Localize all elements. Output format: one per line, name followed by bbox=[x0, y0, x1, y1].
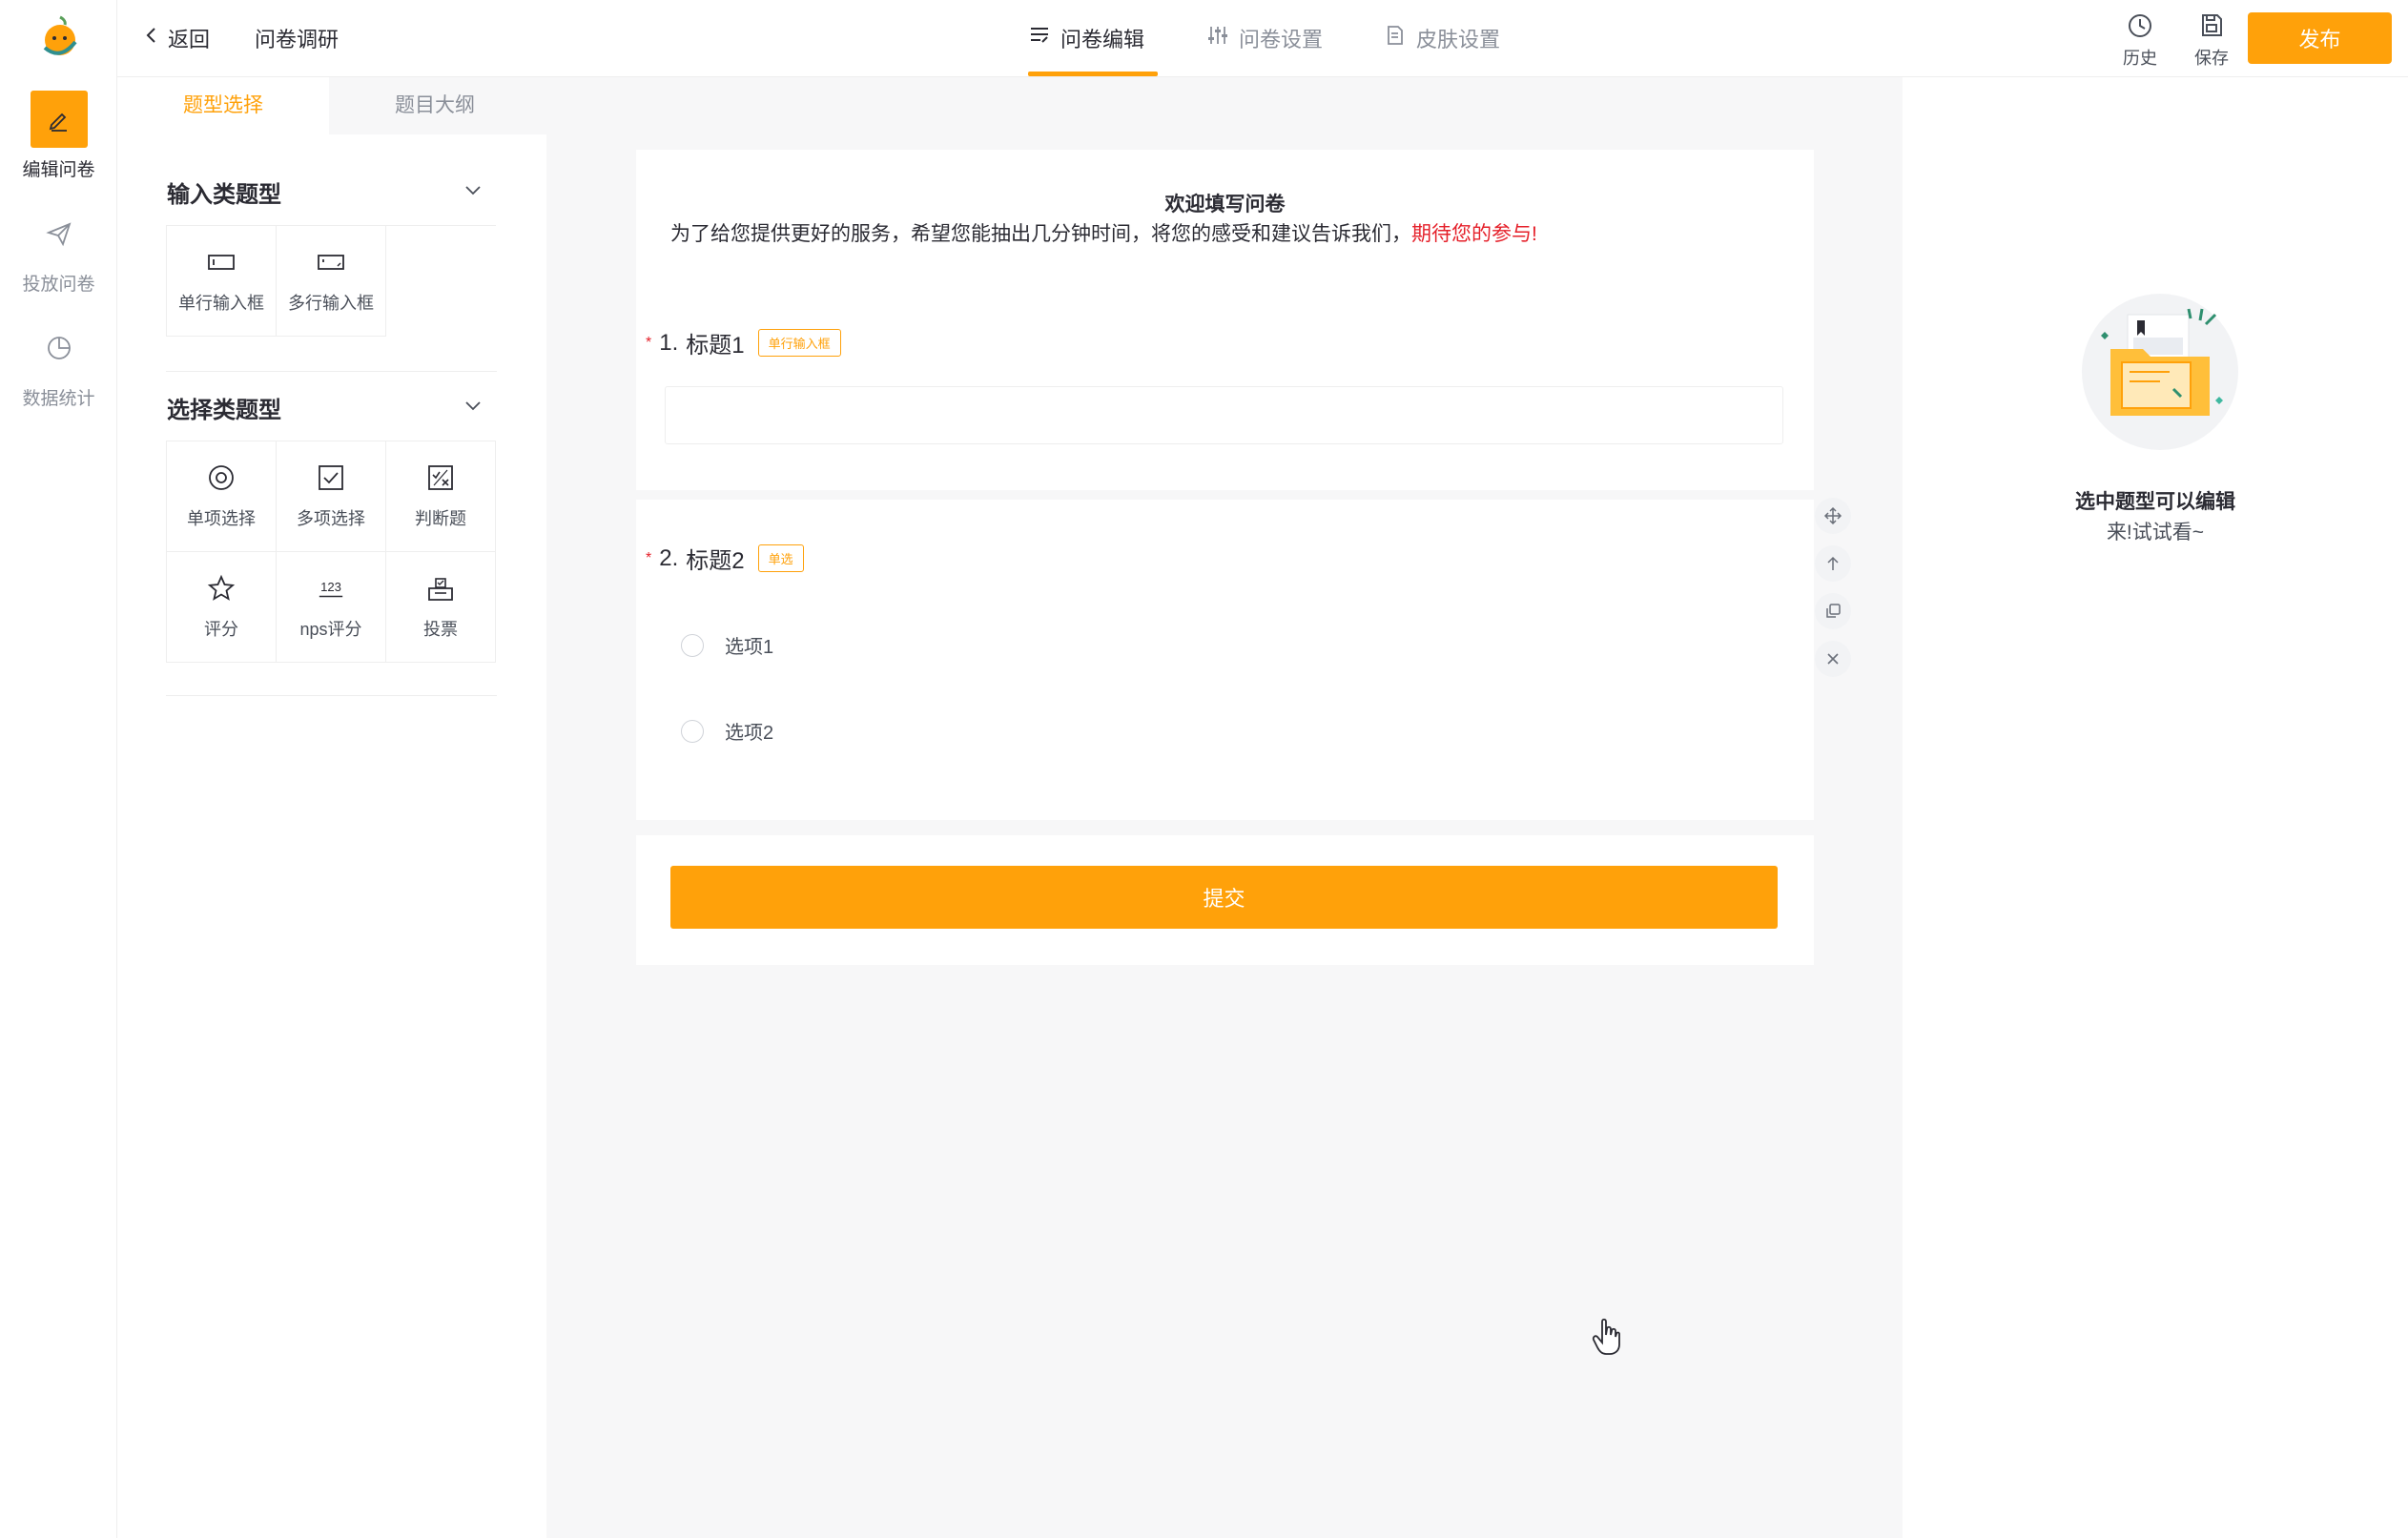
chevron-down-icon[interactable] bbox=[463, 179, 484, 200]
tab-label: 问卷编辑 bbox=[1060, 28, 1145, 51]
pie-chart-icon bbox=[31, 319, 88, 377]
required-mark: * bbox=[646, 549, 652, 566]
question-number: 1. bbox=[659, 329, 679, 356]
divider bbox=[166, 695, 497, 696]
svg-text:123: 123 bbox=[320, 579, 341, 593]
nps-icon: 123 bbox=[317, 574, 345, 603]
required-mark: * bbox=[646, 334, 652, 351]
chevron-down-icon[interactable] bbox=[463, 395, 484, 416]
empty-state-subtitle: 来!试试看~ bbox=[2106, 522, 2205, 543]
tab-skin-settings[interactable]: 皮肤设置 bbox=[1384, 23, 1500, 53]
group-title-input: 输入类题型 bbox=[167, 182, 281, 208]
page-title: 问卷调研 bbox=[255, 28, 340, 51]
choice-type-grid: 单项选择 多项选择 判断题 评分 123 nps评分 投票 bbox=[166, 441, 496, 663]
tab-question-outline[interactable]: 题目大纲 bbox=[329, 77, 541, 134]
question-type-label: 判断题 bbox=[415, 508, 466, 528]
rail-item-label: 投放问卷 bbox=[22, 275, 95, 295]
question-2-title[interactable]: * 2. 标题2 单选 bbox=[646, 542, 804, 575]
send-icon bbox=[31, 205, 88, 262]
description-highlight: 期待您的参与! bbox=[1411, 223, 1537, 245]
question-type-label: 多项选择 bbox=[297, 508, 365, 528]
question-type-single-line-input[interactable]: 单行输入框 bbox=[167, 226, 277, 337]
chevron-left-icon bbox=[145, 26, 158, 51]
doc-settings-icon bbox=[1384, 24, 1407, 52]
survey-description: 为了给您提供更好的服务，希望您能抽出几分钟时间，将您的感受和建议告诉我们，期待您… bbox=[670, 218, 1537, 247]
survey-title: 欢迎填写问卷 bbox=[1164, 194, 1286, 215]
question-type-multi-line-input[interactable]: 多行输入框 bbox=[277, 226, 386, 337]
rail-item-label: 编辑问卷 bbox=[22, 160, 95, 180]
question-type-label: nps评分 bbox=[299, 619, 362, 639]
radio-option[interactable]: 选项2 bbox=[681, 717, 773, 745]
option-label: 选项1 bbox=[725, 637, 774, 658]
question-type-multi-choice[interactable]: 多项选择 bbox=[277, 441, 386, 552]
question-title-text: 标题2 bbox=[686, 548, 745, 574]
question-type-true-false[interactable]: 判断题 bbox=[386, 441, 496, 552]
question-type-single-choice[interactable]: 单项选择 bbox=[167, 441, 277, 552]
list-edit-icon bbox=[1028, 24, 1051, 52]
tab-survey-settings[interactable]: 问卷设置 bbox=[1206, 23, 1323, 53]
save-label: 保存 bbox=[2194, 49, 2229, 68]
submit-button[interactable]: 提交 bbox=[670, 866, 1778, 929]
question-1-answer-input[interactable] bbox=[665, 386, 1783, 444]
arrow-up-icon[interactable] bbox=[1815, 545, 1851, 582]
clock-icon bbox=[2113, 11, 2167, 45]
divider bbox=[166, 371, 497, 372]
empty-state-title: 选中题型可以编辑 bbox=[2075, 491, 2235, 513]
true-false-icon bbox=[426, 463, 455, 492]
rail-item-label: 数据统计 bbox=[22, 389, 95, 409]
save-button[interactable]: 保存 bbox=[2185, 11, 2238, 70]
question-type-nps[interactable]: 123 nps评分 bbox=[277, 552, 386, 663]
question-number: 2. bbox=[659, 544, 679, 571]
history-button[interactable]: 历史 bbox=[2113, 11, 2167, 70]
radio-button[interactable] bbox=[681, 633, 704, 657]
group-title-choice: 选择类题型 bbox=[167, 398, 281, 423]
publish-button[interactable]: 发布 bbox=[2248, 12, 2392, 64]
question-type-label: 投票 bbox=[423, 619, 458, 639]
back-button[interactable]: 返回 bbox=[145, 23, 210, 53]
question-type-badge: 单选 bbox=[757, 544, 804, 572]
rail-item-edit-survey[interactable]: 编辑问卷 bbox=[0, 91, 117, 181]
tab-label: 皮肤设置 bbox=[1416, 28, 1501, 51]
empty-folder-icon bbox=[2074, 286, 2246, 458]
question-title-text: 标题1 bbox=[686, 333, 745, 359]
input-type-grid: 单行输入框 多行输入框 bbox=[166, 225, 496, 337]
option-label: 选项2 bbox=[725, 723, 774, 744]
question-type-label: 单项选择 bbox=[187, 508, 256, 528]
radio-button[interactable] bbox=[681, 719, 704, 743]
active-tab-indicator bbox=[1028, 72, 1158, 76]
save-icon bbox=[2185, 11, 2238, 45]
move-icon[interactable] bbox=[1815, 498, 1851, 534]
rail-item-statistics[interactable]: 数据统计 bbox=[0, 319, 117, 410]
single-line-input-icon bbox=[207, 248, 236, 277]
sliders-icon bbox=[1206, 24, 1229, 52]
description-text: 为了给您提供更好的服务，希望您能抽出几分钟时间，将您的感受和建议告诉我们， bbox=[670, 223, 1411, 245]
question-type-vote[interactable]: 投票 bbox=[386, 552, 496, 663]
question-type-label: 评分 bbox=[204, 619, 238, 639]
copy-icon[interactable] bbox=[1815, 593, 1851, 629]
multi-line-input-icon bbox=[317, 248, 345, 277]
question-2-card[interactable] bbox=[636, 500, 1814, 820]
tab-question-types[interactable]: 题型选择 bbox=[117, 77, 329, 134]
vote-icon bbox=[426, 574, 455, 603]
edit-icon bbox=[30, 91, 88, 148]
radio-icon bbox=[207, 463, 236, 492]
tab-label: 问卷设置 bbox=[1239, 28, 1324, 51]
radio-option[interactable]: 选项1 bbox=[681, 631, 773, 659]
checkbox-icon bbox=[317, 463, 345, 492]
star-icon bbox=[207, 574, 236, 603]
question-1-title[interactable]: * 1. 标题1 单行输入框 bbox=[646, 326, 841, 359]
question-type-label: 单行输入框 bbox=[178, 293, 264, 313]
history-label: 历史 bbox=[2123, 49, 2157, 68]
logo-icon bbox=[35, 13, 85, 63]
rail-item-publish-survey[interactable]: 投放问卷 bbox=[0, 205, 117, 296]
close-icon[interactable] bbox=[1815, 641, 1851, 677]
question-type-rating[interactable]: 评分 bbox=[167, 552, 277, 663]
tab-survey-edit[interactable]: 问卷编辑 bbox=[1028, 23, 1144, 53]
question-type-label: 多行输入框 bbox=[288, 293, 374, 313]
hand-cursor-icon bbox=[1591, 1318, 1623, 1356]
back-label: 返回 bbox=[168, 28, 211, 51]
question-toolbar bbox=[1814, 498, 1852, 677]
question-type-badge: 单行输入框 bbox=[757, 329, 841, 357]
